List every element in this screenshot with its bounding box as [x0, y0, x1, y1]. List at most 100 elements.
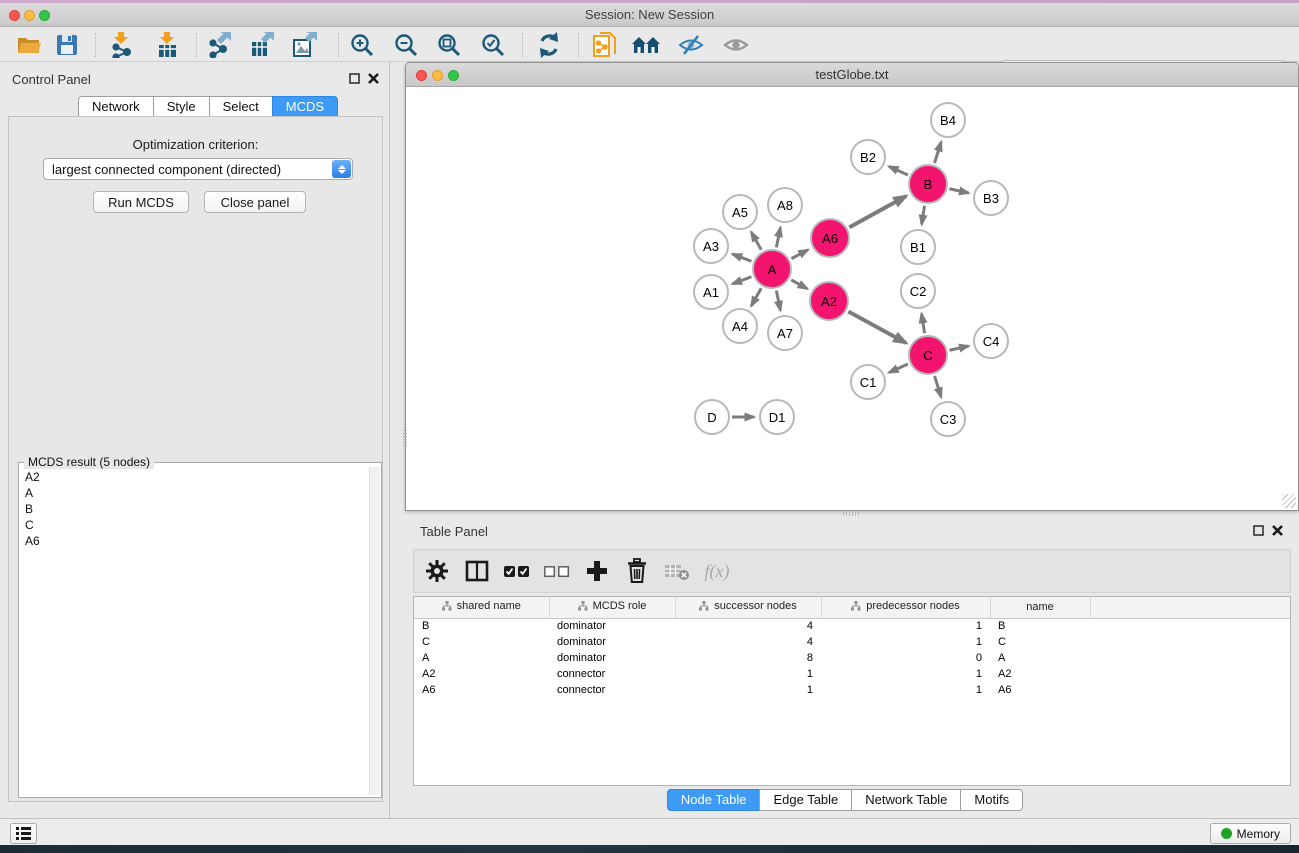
graph-edge-A-A8[interactable] [776, 228, 780, 248]
table-tab-motifs[interactable]: Motifs [960, 789, 1023, 811]
select-all-checkboxes-icon[interactable] [500, 565, 534, 578]
graph-node-B1[interactable]: B1 [900, 229, 936, 265]
memory-button[interactable]: Memory [1210, 823, 1291, 844]
graph-node-A[interactable]: A [752, 249, 792, 289]
graph-edge-A-A7[interactable] [776, 291, 780, 311]
export-image-icon[interactable] [290, 31, 320, 59]
criterion-select[interactable]: largest connected component (directed) [43, 158, 353, 180]
cell-name[interactable]: B [990, 618, 1090, 634]
control-tab-select[interactable]: Select [209, 96, 273, 118]
run-mcds-button[interactable]: Run MCDS [93, 191, 189, 213]
cell-successor-nodes[interactable]: 1 [675, 682, 821, 698]
node-table[interactable]: shared nameMCDS rolesuccessor nodesprede… [414, 597, 1290, 698]
cell-successor-nodes[interactable]: 8 [675, 650, 821, 666]
table-tab-node-table[interactable]: Node Table [667, 789, 761, 811]
graph-edge-A-A3[interactable] [733, 254, 752, 261]
table-settings-icon[interactable] [420, 559, 454, 583]
cell-predecessor-nodes[interactable]: 0 [821, 650, 990, 666]
column-layout-icon[interactable] [460, 560, 494, 582]
mcds-list-scrollbar[interactable] [369, 467, 380, 795]
graph-node-A7[interactable]: A7 [767, 315, 803, 351]
mcds-result-item[interactable]: A6 [21, 533, 368, 549]
table-row[interactable]: Bdominator41B [414, 618, 1290, 634]
graph-edge-B-B1[interactable] [922, 206, 925, 225]
graph-node-C2[interactable]: C2 [900, 273, 936, 309]
graph-node-A3[interactable]: A3 [693, 228, 729, 264]
graph-edge-A-A4[interactable] [751, 288, 761, 306]
control-tab-style[interactable]: Style [153, 96, 210, 118]
graph-node-A5[interactable]: A5 [722, 194, 758, 230]
cell-shared-name[interactable]: A2 [414, 666, 549, 682]
cell-predecessor-nodes[interactable]: 1 [821, 618, 990, 634]
graph-node-A2[interactable]: A2 [809, 281, 849, 321]
zoom-out-icon[interactable] [391, 31, 421, 59]
cell-shared-name[interactable]: C [414, 634, 549, 650]
close-panel-icon[interactable] [368, 73, 379, 84]
network-canvas[interactable]: B4B2BB3B1A5A8A6A3AA1C2A4A7A2CC4C1C3DD1 [406, 87, 1298, 510]
graph-node-A6[interactable]: A6 [810, 218, 850, 258]
column-header-shared-name[interactable]: shared name [414, 597, 549, 618]
delete-table-icon[interactable] [660, 561, 694, 581]
column-header-predecessor-nodes[interactable]: predecessor nodes [821, 597, 990, 618]
show-eye-icon[interactable] [721, 31, 751, 59]
graph-node-B4[interactable]: B4 [930, 102, 966, 138]
graph-node-A4[interactable]: A4 [722, 308, 758, 344]
cell-name[interactable]: A [990, 650, 1090, 666]
cell-name[interactable]: A2 [990, 666, 1090, 682]
graph-edge-A2-C[interactable] [848, 312, 906, 343]
table-row[interactable]: A6connector11A6 [414, 682, 1290, 698]
add-column-icon[interactable] [580, 559, 614, 583]
graph-edge-A-A1[interactable] [733, 277, 752, 284]
cell-predecessor-nodes[interactable]: 1 [821, 682, 990, 698]
graph-node-A1[interactable]: A1 [693, 274, 729, 310]
graph-node-B[interactable]: B [908, 164, 948, 204]
graph-edge-A-A5[interactable] [751, 232, 761, 250]
graph-node-B3[interactable]: B3 [973, 180, 1009, 216]
cell-mcds-role[interactable]: dominator [549, 650, 675, 666]
cell-name[interactable]: C [990, 634, 1090, 650]
cell-mcds-role[interactable]: connector [549, 666, 675, 682]
export-network-icon[interactable] [204, 31, 234, 59]
window-resize-grip[interactable] [1282, 494, 1296, 508]
graph-node-C[interactable]: C [908, 335, 948, 375]
cell-name[interactable]: A6 [990, 682, 1090, 698]
cell-mcds-role[interactable]: connector [549, 682, 675, 698]
home-icon[interactable] [632, 31, 662, 59]
cell-successor-nodes[interactable]: 1 [675, 666, 821, 682]
table-tab-network-table[interactable]: Network Table [851, 789, 961, 811]
zoom-fit-icon[interactable] [434, 31, 464, 59]
graph-node-C4[interactable]: C4 [973, 323, 1009, 359]
column-header-mcds-role[interactable]: MCDS role [549, 597, 675, 618]
column-header-name[interactable]: name [990, 597, 1090, 618]
splitter-handle-horizontal[interactable] [843, 512, 859, 516]
mcds-result-item[interactable]: C [21, 517, 368, 533]
graph-edge-A6-B[interactable] [849, 196, 906, 227]
graph-node-D1[interactable]: D1 [759, 399, 795, 435]
refresh-icon[interactable] [534, 31, 564, 59]
graph-node-B2[interactable]: B2 [850, 139, 886, 175]
new-network-from-file-icon[interactable] [590, 31, 620, 59]
cell-shared-name[interactable]: A6 [414, 682, 549, 698]
float-panel-icon[interactable] [1253, 525, 1264, 536]
graph-node-D[interactable]: D [694, 399, 730, 435]
column-header-successor-nodes[interactable]: successor nodes [675, 597, 821, 618]
control-tab-network[interactable]: Network [78, 96, 154, 118]
cell-successor-nodes[interactable]: 4 [675, 618, 821, 634]
table-row[interactable]: A2connector11A2 [414, 666, 1290, 682]
graph-node-A8[interactable]: A8 [767, 187, 803, 223]
mcds-result-item[interactable]: A [21, 485, 368, 501]
graph-edge-C-C1[interactable] [889, 364, 908, 373]
import-table-icon[interactable] [152, 31, 182, 59]
cell-mcds-role[interactable]: dominator [549, 618, 675, 634]
table-row[interactable]: Cdominator41C [414, 634, 1290, 650]
task-history-button[interactable] [10, 823, 37, 844]
graph-edge-C-C2[interactable] [922, 314, 925, 334]
hide-eye-icon[interactable] [676, 31, 706, 59]
zoom-selected-icon[interactable] [478, 31, 508, 59]
graph-node-C3[interactable]: C3 [930, 401, 966, 437]
cell-predecessor-nodes[interactable]: 1 [821, 666, 990, 682]
control-tab-mcds[interactable]: MCDS [272, 96, 338, 118]
close-panel-icon[interactable] [1272, 525, 1283, 536]
splitter-handle-vertical[interactable] [403, 430, 407, 446]
mcds-result-item[interactable]: A2 [21, 469, 368, 485]
